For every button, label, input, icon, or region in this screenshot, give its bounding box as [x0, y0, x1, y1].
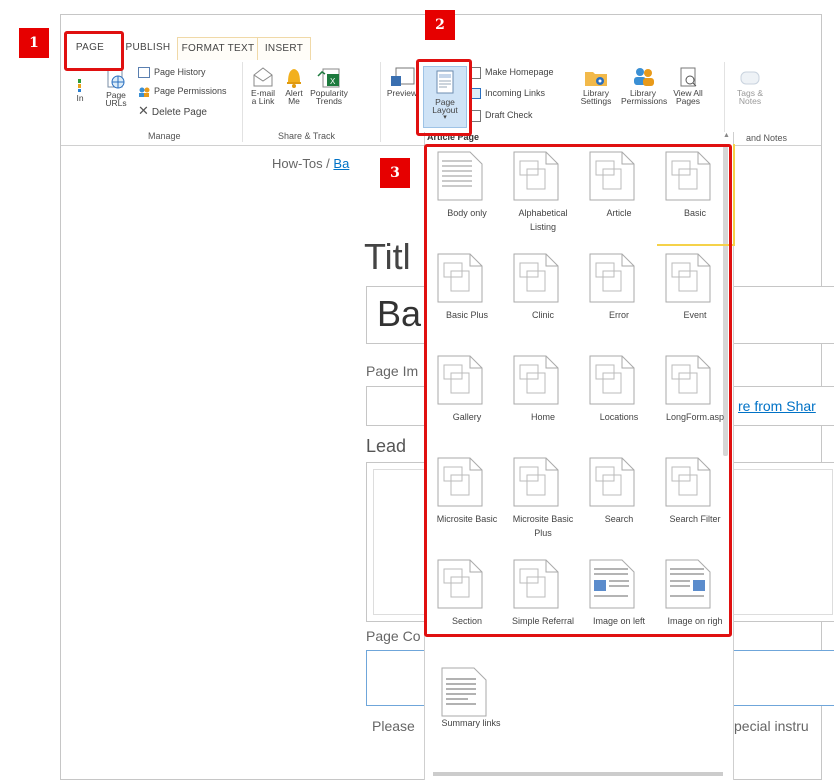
- page-urls-button[interactable]: Page URLs: [102, 68, 130, 107]
- title-label: Titl: [364, 236, 411, 277]
- tab-publish[interactable]: PUBLISH: [121, 37, 175, 59]
- incoming-links-button[interactable]: Incoming Links: [470, 86, 545, 100]
- bell-icon: [287, 69, 301, 88]
- lead-label: Lead: [366, 436, 407, 456]
- breadcrumb-root[interactable]: How-Tos /: [272, 156, 330, 171]
- page-history-label: Page History: [154, 67, 206, 77]
- ribbon-separator: [242, 62, 243, 142]
- envelope-icon: [253, 67, 273, 87]
- make-homepage-label: Make Homepage: [485, 67, 554, 77]
- ribbon-separator: [380, 62, 381, 142]
- tab-format-text[interactable]: FORMAT TEXT: [177, 37, 259, 60]
- delete-page-label: Delete Page: [151, 107, 207, 118]
- partial-left-button[interactable]: In: [74, 79, 86, 102]
- dropdown-hscrollbar[interactable]: [433, 772, 723, 776]
- folder-gear-icon: [585, 72, 607, 86]
- layout-tile-summary-links[interactable]: Summary links: [433, 660, 509, 760]
- preview-label: Preview: [386, 88, 418, 98]
- email-link-label: E-mail a Link: [250, 88, 276, 106]
- svg-text:X: X: [330, 77, 336, 86]
- draft-check-label: Draft Check: [485, 110, 533, 120]
- library-settings-button[interactable]: Library Settings: [576, 66, 616, 105]
- partial-left-label: In: [76, 93, 84, 103]
- page-content-label: Page Co: [366, 628, 421, 644]
- preview-button[interactable]: Preview: [384, 66, 420, 97]
- callout-3: 3: [380, 158, 410, 188]
- popularity-trends-label: Popularity Trends: [310, 88, 348, 106]
- highlight-box-layouts: [424, 144, 732, 637]
- title-value: Ba: [377, 293, 422, 334]
- flag-icon: [78, 79, 81, 92]
- group-label-manage: Manage: [148, 131, 181, 141]
- group-label-tags: and Notes: [746, 133, 788, 143]
- excel-trend-icon: X: [317, 68, 340, 88]
- tags-notes-label: Tags & Notes: [737, 88, 763, 106]
- scroll-up-icon[interactable]: ▲: [723, 132, 730, 139]
- globe-page-icon: [107, 68, 125, 89]
- popularity-trends-button[interactable]: X Popularity Trends: [308, 66, 350, 105]
- alert-me-label: Alert Me: [285, 88, 303, 106]
- alert-me-button[interactable]: Alert Me: [282, 66, 306, 105]
- page-history-button[interactable]: Page History: [138, 65, 206, 79]
- delete-x-icon: ✕: [138, 103, 149, 118]
- page-urls-label: Page URLs: [105, 90, 127, 108]
- layout-label: Summary links: [441, 718, 501, 728]
- email-link-button[interactable]: E-mail a Link: [246, 66, 280, 105]
- page-permissions-label: Page Permissions: [154, 86, 227, 96]
- layout-thumbnail-icon: [441, 667, 487, 717]
- pages-search-icon: [680, 67, 697, 87]
- people-icon: [139, 87, 150, 97]
- tag-icon: [740, 71, 760, 85]
- picture-link[interactable]: re from Shar: [738, 398, 816, 414]
- library-permissions-button[interactable]: Library Permissions: [620, 66, 668, 106]
- view-all-pages-label: View All Pages: [673, 88, 703, 106]
- page-permissions-button[interactable]: Page Permissions: [138, 84, 227, 98]
- library-permissions-label: Library Permissions: [621, 88, 668, 106]
- breadcrumb-current[interactable]: Ba: [333, 156, 349, 171]
- tab-insert[interactable]: INSERT: [257, 37, 311, 60]
- delete-page-button[interactable]: ✕ Delete Page: [138, 103, 207, 119]
- preview-icon: [391, 67, 415, 86]
- group-label-share: Share & Track: [278, 131, 336, 141]
- ribbon-separator: [724, 62, 725, 142]
- special-instructions-text: pecial instru: [734, 718, 809, 734]
- highlight-box-page-tab: [64, 31, 124, 71]
- make-homepage-button[interactable]: Make Homepage: [470, 65, 554, 79]
- library-settings-label: Library Settings: [580, 88, 612, 106]
- page-image-label: Page Im: [366, 363, 419, 379]
- view-all-pages-button[interactable]: View All Pages: [670, 66, 706, 105]
- draft-check-button[interactable]: Draft Check: [470, 108, 533, 122]
- library-people-icon: [634, 68, 654, 86]
- callout-2: 2: [425, 10, 455, 40]
- breadcrumb: How-Tos / Ba: [272, 156, 349, 171]
- incoming-links-label: Incoming Links: [485, 88, 546, 98]
- please-text: Please: [372, 718, 415, 734]
- callout-1: 1: [19, 28, 49, 58]
- page-history-icon: [138, 67, 150, 79]
- highlight-box-page-layout: [416, 59, 472, 136]
- tags-notes-button[interactable]: Tags & Notes: [734, 66, 766, 105]
